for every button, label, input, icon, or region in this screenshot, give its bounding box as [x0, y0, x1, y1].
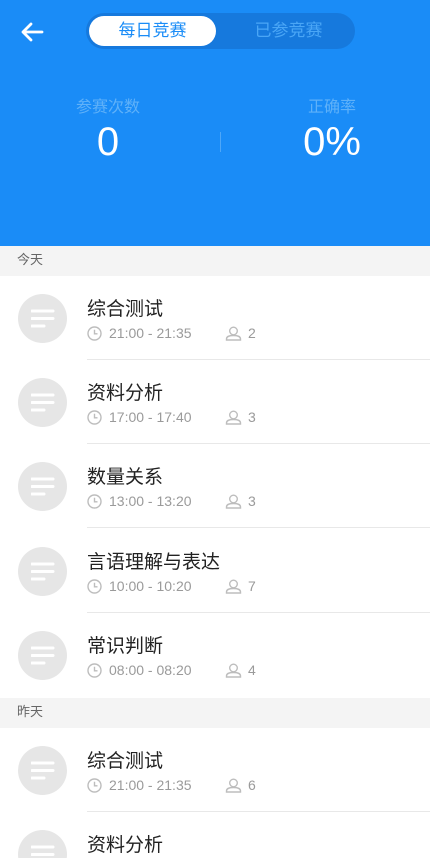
contest-title: 数量关系	[87, 466, 164, 488]
clock-icon	[87, 494, 102, 509]
back-button[interactable]	[14, 16, 50, 48]
list-icon	[18, 378, 67, 427]
clock-icon	[87, 579, 102, 594]
participation-count-label: 参赛次数	[75, 97, 140, 116]
section-header-today: 今天	[0, 246, 430, 276]
contest-time: 17:00 - 17:40	[109, 409, 192, 425]
contest-time: 21:00 - 21:35	[109, 777, 192, 793]
participant-count: 3	[248, 409, 256, 425]
clock-icon	[87, 663, 102, 678]
contest-title: 资料分析	[87, 382, 164, 404]
contest-item[interactable]: 资料分析 17:00 - 17:40 3	[0, 360, 430, 444]
back-arrow-icon	[21, 22, 44, 42]
contest-time: 21:00 - 21:35	[109, 325, 192, 341]
tab-daily-contest[interactable]: 每日竞赛	[89, 16, 216, 46]
contest-title: 言语理解与表达	[87, 551, 221, 573]
contest-time: 13:00 - 13:20	[109, 493, 192, 509]
tab-switcher: 每日竞赛 已参竞赛	[86, 13, 355, 49]
contest-item[interactable]: 常识判断 08:00 - 08:20 4	[0, 613, 430, 697]
clock-icon	[87, 326, 102, 341]
person-icon	[225, 494, 242, 509]
list-icon	[18, 294, 67, 343]
participant-count: 6	[248, 777, 256, 793]
list-icon	[18, 462, 67, 511]
divider	[87, 527, 430, 528]
list-icon	[18, 746, 67, 795]
contest-item[interactable]: 综合测试 21:00 - 21:35 2	[0, 276, 430, 360]
section-header-yesterday: 昨天	[0, 698, 430, 728]
contest-title: 资料分析	[87, 834, 164, 856]
contest-time: 08:00 - 08:20	[109, 662, 192, 678]
person-icon	[225, 326, 242, 341]
clock-icon	[87, 778, 102, 793]
participant-count: 2	[248, 325, 256, 341]
person-icon	[225, 410, 242, 425]
participant-count: 4	[248, 662, 256, 678]
contest-item[interactable]: 数量关系 13:00 - 13:20 3	[0, 444, 430, 528]
header: 每日竞赛 已参竞赛 参赛次数 0 正确率 0%	[0, 0, 430, 246]
participation-count-value: 0	[96, 120, 120, 164]
contest-time: 10:00 - 10:20	[109, 578, 192, 594]
person-icon	[225, 579, 242, 594]
contest-item[interactable]: 资料分析	[0, 812, 430, 858]
participant-count: 7	[248, 578, 256, 594]
list-icon	[18, 631, 67, 680]
person-icon	[225, 663, 242, 678]
accuracy-value: 0%	[303, 120, 361, 164]
list-icon	[18, 830, 67, 858]
contest-title: 常识判断	[87, 635, 164, 657]
contest-item[interactable]: 综合测试 21:00 - 21:35 6	[0, 728, 430, 812]
contest-item[interactable]: 言语理解与表达 10:00 - 10:20 7	[0, 529, 430, 613]
contest-title: 综合测试	[87, 298, 164, 320]
person-icon	[225, 778, 242, 793]
list-icon	[18, 547, 67, 596]
participant-count: 3	[248, 493, 256, 509]
stat-divider	[220, 132, 221, 152]
contest-title: 综合测试	[87, 750, 164, 772]
clock-icon	[87, 410, 102, 425]
tab-joined-contest[interactable]: 已参竞赛	[225, 16, 352, 46]
accuracy-label: 正确率	[307, 97, 356, 116]
